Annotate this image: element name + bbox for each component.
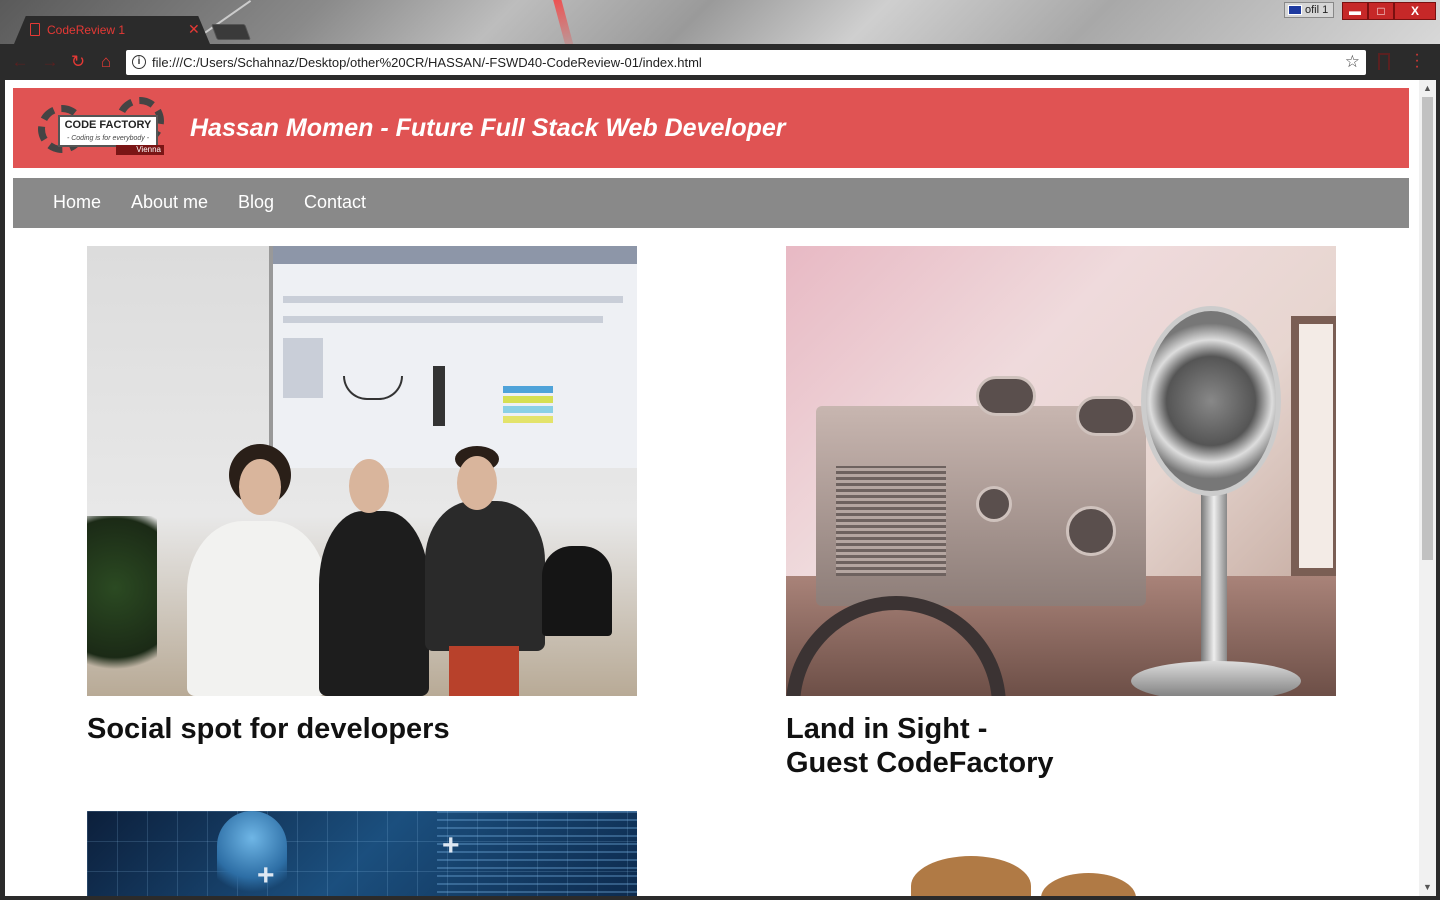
nav-blog[interactable]: Blog [238,192,274,213]
home-icon[interactable]: ⌂ [96,52,116,72]
nav-contact[interactable]: Contact [304,192,366,213]
radio-microphone-photo [786,246,1336,696]
card-title[interactable]: Land in Sight - Guest CodeFactory [786,712,1186,780]
projection-screen [269,246,637,468]
people-photo [786,811,1336,896]
page-title: Hassan Momen - Future Full Stack Web Dev… [190,114,786,142]
new-tab-button[interactable] [211,24,251,40]
scroll-down-icon[interactable]: ▼ [1419,879,1436,896]
reload-icon[interactable]: ↻ [68,52,88,72]
scroll-up-icon[interactable]: ▲ [1419,80,1436,97]
address-bar[interactable]: i file:///C:/Users/Schahnaz/Desktop/othe… [126,50,1366,75]
scrollbar[interactable]: ▲ ▼ [1419,80,1436,896]
close-window-button[interactable]: X [1394,2,1436,20]
microphone [1141,306,1281,496]
card-title[interactable]: Social spot for developers [87,712,450,746]
minimize-button[interactable]: ▬ [1342,2,1368,20]
card-title-line: Guest CodeFactory [786,747,1054,779]
scroll-thumb[interactable] [1422,97,1433,560]
back-icon[interactable]: ← [10,52,30,72]
url-text[interactable]: file:///C:/Users/Schahnaz/Desktop/other%… [152,55,702,70]
profile-button[interactable]: ofil 1 [1284,2,1334,18]
main-nav: Home About me Blog Contact [13,178,1409,228]
digital-human-photo: + + [87,811,637,896]
nav-about-me[interactable]: About me [131,192,208,213]
wallpaper-streak [551,0,577,44]
vintage-radio [816,376,1146,606]
menu-icon[interactable]: · · · [1410,47,1424,75]
browser-toolbar: ← → ↻ ⌂ i file:///C:/Users/Schahnaz/Desk… [0,44,1440,80]
tab-title: CodeReview 1 [47,23,126,37]
nav-home[interactable]: Home [53,192,101,213]
logo-city: Vienna [116,145,164,155]
info-icon[interactable]: i [132,55,146,69]
logo-badge: CODE FACTORY - Coding is for everybody - [58,115,158,147]
logo-name: CODE FACTORY [64,119,152,131]
profile-label: ofil 1 [1305,4,1329,16]
forward-icon[interactable]: → [40,52,60,72]
page-viewport: CODE FACTORY - Coding is for everybody -… [5,80,1436,896]
file-icon [30,23,40,36]
card-title-line: Land in Sight - [786,713,988,745]
flag-icon [1288,5,1302,15]
window-titlebar: CodeReview 1 ✕ ofil 1 ▬ □ X [0,0,1440,44]
bookmark-icon[interactable] [1378,53,1390,70]
logo-tagline: - Coding is for everybody - [66,135,150,142]
maximize-button[interactable]: □ [1368,2,1394,20]
browser-tab[interactable]: CodeReview 1 ✕ [14,16,210,44]
developers-photo [87,246,637,696]
star-icon[interactable]: ☆ [1345,52,1360,72]
close-icon[interactable]: ✕ [188,21,200,38]
code-factory-logo[interactable]: CODE FACTORY - Coding is for everybody -… [38,97,164,159]
site-header: CODE FACTORY - Coding is for everybody -… [13,88,1409,168]
